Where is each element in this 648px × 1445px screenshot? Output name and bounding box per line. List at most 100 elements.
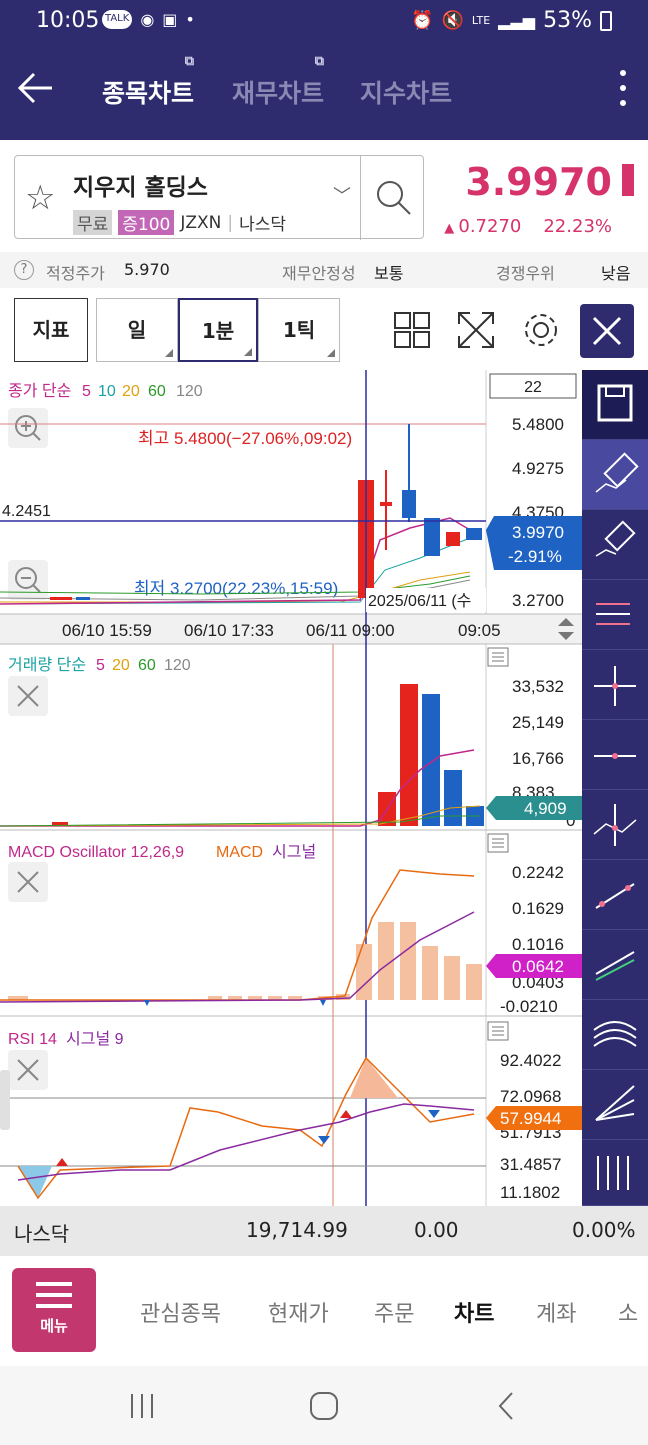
nav-account[interactable]: 계좌 (536, 1296, 576, 1328)
index-ticker-bar[interactable]: 나스닥 19,714.99 0.00 0.00% (0, 1206, 648, 1256)
period-count: 22 (524, 379, 542, 396)
search-icon[interactable] (373, 176, 413, 220)
nav-order[interactable]: 주문 (374, 1296, 414, 1328)
index-name: 나스닥 (14, 1222, 70, 1246)
fan-line-icon[interactable] (582, 1000, 648, 1070)
eraser-all-icon[interactable] (582, 510, 648, 580)
svg-text:-0.0210: -0.0210 (500, 997, 558, 1016)
svg-text:3.9970: 3.9970 (512, 523, 564, 542)
svg-text:시그널: 시그널 (272, 843, 316, 861)
svg-text:25,149: 25,149 (512, 713, 564, 732)
svg-text:57.9944: 57.9944 (500, 1109, 561, 1128)
battery-icon (600, 10, 612, 31)
low-label: 최저 3.2700(22.23%,15:59) (134, 579, 338, 598)
notification-icons: TALK ◉ ▣ • (102, 10, 195, 29)
eraser-icon[interactable] (582, 440, 648, 510)
copy-icon: ⧉ (184, 54, 195, 69)
signal-icon: ▂▃▅ (498, 11, 536, 30)
fullscreen-icon[interactable] (456, 310, 496, 350)
market: 나스닥 (239, 215, 287, 235)
chevron-down-icon[interactable]: ﹀ (333, 182, 351, 208)
svg-text:4.9275: 4.9275 (512, 459, 564, 478)
home-icon[interactable] (308, 1390, 340, 1422)
indicator-button[interactable]: 지표 (14, 298, 88, 362)
svg-text:5: 5 (82, 383, 91, 400)
volume-menu-icon[interactable] (487, 647, 509, 667)
rsi-legend: RSI 14 (8, 1031, 57, 1048)
talk-icon: TALK (102, 10, 133, 29)
vertical-line-icon[interactable] (582, 790, 648, 860)
stock-tags: 무료 증100 JZXN | 나스닥 (73, 210, 286, 235)
macd-menu-icon[interactable] (487, 833, 509, 853)
svg-text:20: 20 (112, 657, 130, 674)
back-arrow-icon[interactable] (16, 68, 56, 108)
gann-fan-icon[interactable] (582, 1070, 648, 1140)
hcl-line-icon[interactable] (582, 580, 648, 650)
index-value: 19,714.99 (246, 1218, 348, 1242)
drawing-sidepanel (582, 370, 648, 1206)
period-1tick-button[interactable]: 1틱 (258, 298, 340, 362)
nav-current-price[interactable]: 현재가 (268, 1296, 329, 1328)
period-1min-button[interactable]: 1분 (178, 298, 258, 362)
svg-text:10: 10 (98, 383, 116, 400)
mute-icon: 🔇 (441, 10, 464, 31)
bottom-navigation: 메뉴 관심종목 현재가 주문 차트 계좌 소 (0, 1256, 648, 1366)
cross-line-icon[interactable] (582, 650, 648, 720)
svg-text:11.1802: 11.1802 (500, 1183, 560, 1202)
drawing-tools-button[interactable] (580, 304, 634, 358)
svg-text:16,766: 16,766 (512, 749, 564, 768)
svg-text:5: 5 (96, 657, 105, 674)
side-drawer-handle[interactable] (0, 1070, 10, 1130)
rsi-menu-icon[interactable] (487, 1021, 509, 1041)
svg-text:-2.91%: -2.91% (508, 547, 562, 566)
current-price: 3.9970 (465, 160, 612, 204)
nav-chart[interactable]: 차트 (454, 1296, 494, 1328)
period-day-button[interactable]: 일 (96, 298, 178, 362)
trend-line-icon[interactable] (582, 860, 648, 930)
svg-text:0.0642: 0.0642 (512, 957, 564, 976)
grid-layout-icon[interactable] (392, 310, 432, 350)
nav-watchlist[interactable]: 관심종목 (140, 1296, 221, 1328)
fair-price: 5.970 (124, 260, 170, 279)
svg-text:60: 60 (138, 657, 156, 674)
zoom-in-icon[interactable] (8, 408, 48, 448)
app-bar: 종목차트 ⧉ 재무차트 ⧉ 지수차트 (0, 46, 648, 140)
close-volume-icon[interactable] (8, 676, 48, 716)
status-bar: 10:05 TALK ◉ ▣ • ⏰ 🔇 LTE ▂▃▅ 53% (0, 0, 648, 46)
close-rsi-icon[interactable] (8, 1050, 48, 1090)
svg-text:0.1016: 0.1016 (512, 935, 564, 954)
volume-legend-title: 거래량 단순 (8, 656, 86, 674)
close-macd-icon[interactable] (8, 862, 48, 902)
competitive-advantage: 낮음 (601, 264, 631, 283)
ticker: JZXN (180, 212, 222, 233)
high-label: 최고 5.4800(−27.06%,09:02) (138, 429, 352, 448)
chart-svg[interactable]: 종가 단순 5 10 20 60 120 22 최고 5.4800(−27.06… (0, 370, 582, 1206)
back-nav-icon[interactable] (494, 1390, 518, 1422)
index-change: 0.00 (414, 1218, 459, 1242)
svg-text:시그널 9: 시그널 9 (66, 1030, 124, 1048)
price-legend-title: 종가 단순 (8, 382, 71, 400)
tab-financial-chart[interactable]: 재무차트 ⧉ (232, 54, 324, 110)
recent-apps-icon[interactable] (128, 1392, 158, 1420)
auto-trend-icon[interactable] (582, 930, 648, 1000)
tab-stock-chart[interactable]: 종목차트 ⧉ (102, 54, 194, 110)
svg-text:33,532: 33,532 (512, 677, 564, 696)
settings-gear-icon[interactable] (521, 310, 561, 350)
horizontal-line-icon[interactable] (582, 720, 648, 790)
help-icon[interactable]: ? (14, 260, 34, 280)
stock-selector[interactable]: ☆ 지우지 홀딩스 ﹀ 무료 증100 JZXN | 나스닥 (14, 155, 424, 240)
menu-button[interactable]: 메뉴 (12, 1268, 96, 1352)
star-icon[interactable]: ☆ (25, 178, 55, 218)
macd-legend: MACD Oscillator 12,26,9 (8, 844, 184, 861)
tab-index-chart[interactable]: 지수차트 (360, 74, 452, 110)
save-icon[interactable] (582, 370, 648, 440)
zoom-out-icon[interactable] (8, 560, 48, 600)
svg-text:20: 20 (122, 383, 140, 400)
nav-more[interactable]: 소 (618, 1296, 638, 1328)
volume-current-tag: 4,909 (486, 796, 582, 820)
fibonacci-icon[interactable] (582, 1140, 648, 1206)
chart-area[interactable]: 종가 단순 5 10 20 60 120 22 최고 5.4800(−27.06… (0, 370, 582, 1206)
svg-text:5.4800: 5.4800 (512, 415, 564, 434)
price-change: ▲ 0.7270 22.23% (444, 216, 612, 237)
more-vert-icon[interactable] (620, 70, 628, 110)
